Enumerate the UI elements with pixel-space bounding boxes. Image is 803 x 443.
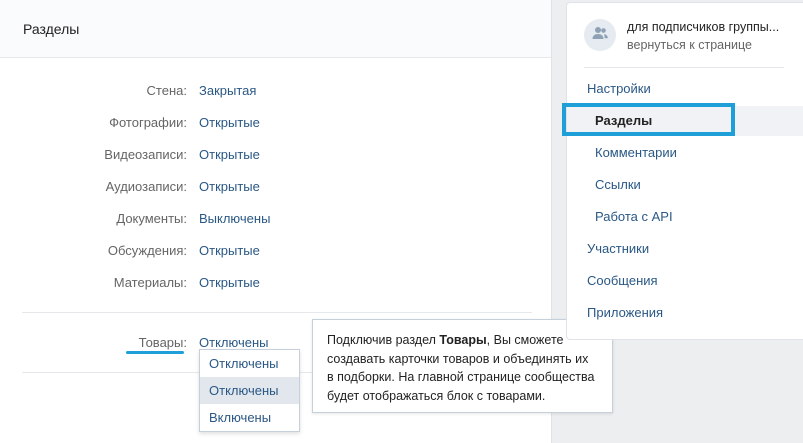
- tooltip-text-bold: Товары: [439, 333, 487, 347]
- setting-label: Фотографии:: [109, 115, 187, 130]
- avatar[interactable]: [584, 19, 616, 51]
- group-icon: [591, 26, 609, 45]
- sidebar-item-apps[interactable]: Приложения: [567, 301, 803, 325]
- setting-label: Видеозаписи:: [104, 147, 187, 162]
- dropdown-option-on[interactable]: Включены: [200, 404, 299, 431]
- tooltip-text-before: Подключив раздел: [327, 333, 440, 347]
- setting-value-photos[interactable]: Открытые: [199, 114, 260, 132]
- dropdown-option-off[interactable]: Отключены: [200, 350, 299, 377]
- page-title: Разделы: [0, 0, 551, 58]
- goods-dropdown[interactable]: Отключены Отключены Включены: [199, 349, 300, 432]
- sidebar-item-settings[interactable]: Настройки: [567, 77, 803, 101]
- dropdown-option-off-selected[interactable]: Отключены: [200, 377, 299, 404]
- sidebar-item-api[interactable]: Работа с API: [567, 205, 803, 229]
- setting-value-documents[interactable]: Выключены: [199, 210, 270, 228]
- setting-value-audio[interactable]: Открытые: [199, 178, 260, 196]
- setting-value-materials[interactable]: Открытые: [199, 274, 260, 292]
- setting-row-discussions: Обсуждения: Открытые: [0, 242, 552, 260]
- setting-label: Стена:: [146, 83, 187, 98]
- setting-label-goods: Товары:: [138, 335, 187, 350]
- setting-label: Обсуждения:: [107, 243, 187, 258]
- setting-value-wall[interactable]: Закрытая: [199, 82, 256, 100]
- setting-label: Аудиозаписи:: [105, 179, 187, 194]
- sidebar-item-links[interactable]: Ссылки: [567, 173, 803, 197]
- sidebar-item-sections[interactable]: Разделы: [567, 106, 803, 136]
- setting-row-photos: Фотографии: Открытые: [0, 114, 552, 132]
- setting-row-wall: Стена: Закрытая: [0, 82, 552, 100]
- section-divider: [22, 312, 532, 313]
- setting-value-discussions[interactable]: Открытые: [199, 242, 260, 260]
- group-header[interactable]: для подписчиков группы... вернуться к ст…: [567, 3, 803, 67]
- sidebar: для подписчиков группы... вернуться к ст…: [566, 2, 803, 340]
- group-name[interactable]: для подписчиков группы...: [627, 20, 779, 34]
- goods-underline-highlight: [126, 351, 184, 354]
- sidebar-divider: [584, 67, 784, 68]
- setting-row-materials: Материалы: Открытые: [0, 274, 552, 292]
- back-to-page-link[interactable]: вернуться к странице: [627, 38, 752, 52]
- sidebar-item-comments[interactable]: Комментарии: [567, 141, 803, 165]
- setting-row-documents: Документы: Выключены: [0, 210, 552, 228]
- setting-row-audio: Аудиозаписи: Открытые: [0, 178, 552, 196]
- setting-label: Материалы:: [113, 275, 187, 290]
- sidebar-item-messages[interactable]: Сообщения: [567, 269, 803, 293]
- setting-row-videos: Видеозаписи: Открытые: [0, 146, 552, 164]
- sidebar-item-members[interactable]: Участники: [567, 237, 803, 261]
- setting-label: Документы:: [116, 211, 187, 226]
- setting-value-videos[interactable]: Открытые: [199, 146, 260, 164]
